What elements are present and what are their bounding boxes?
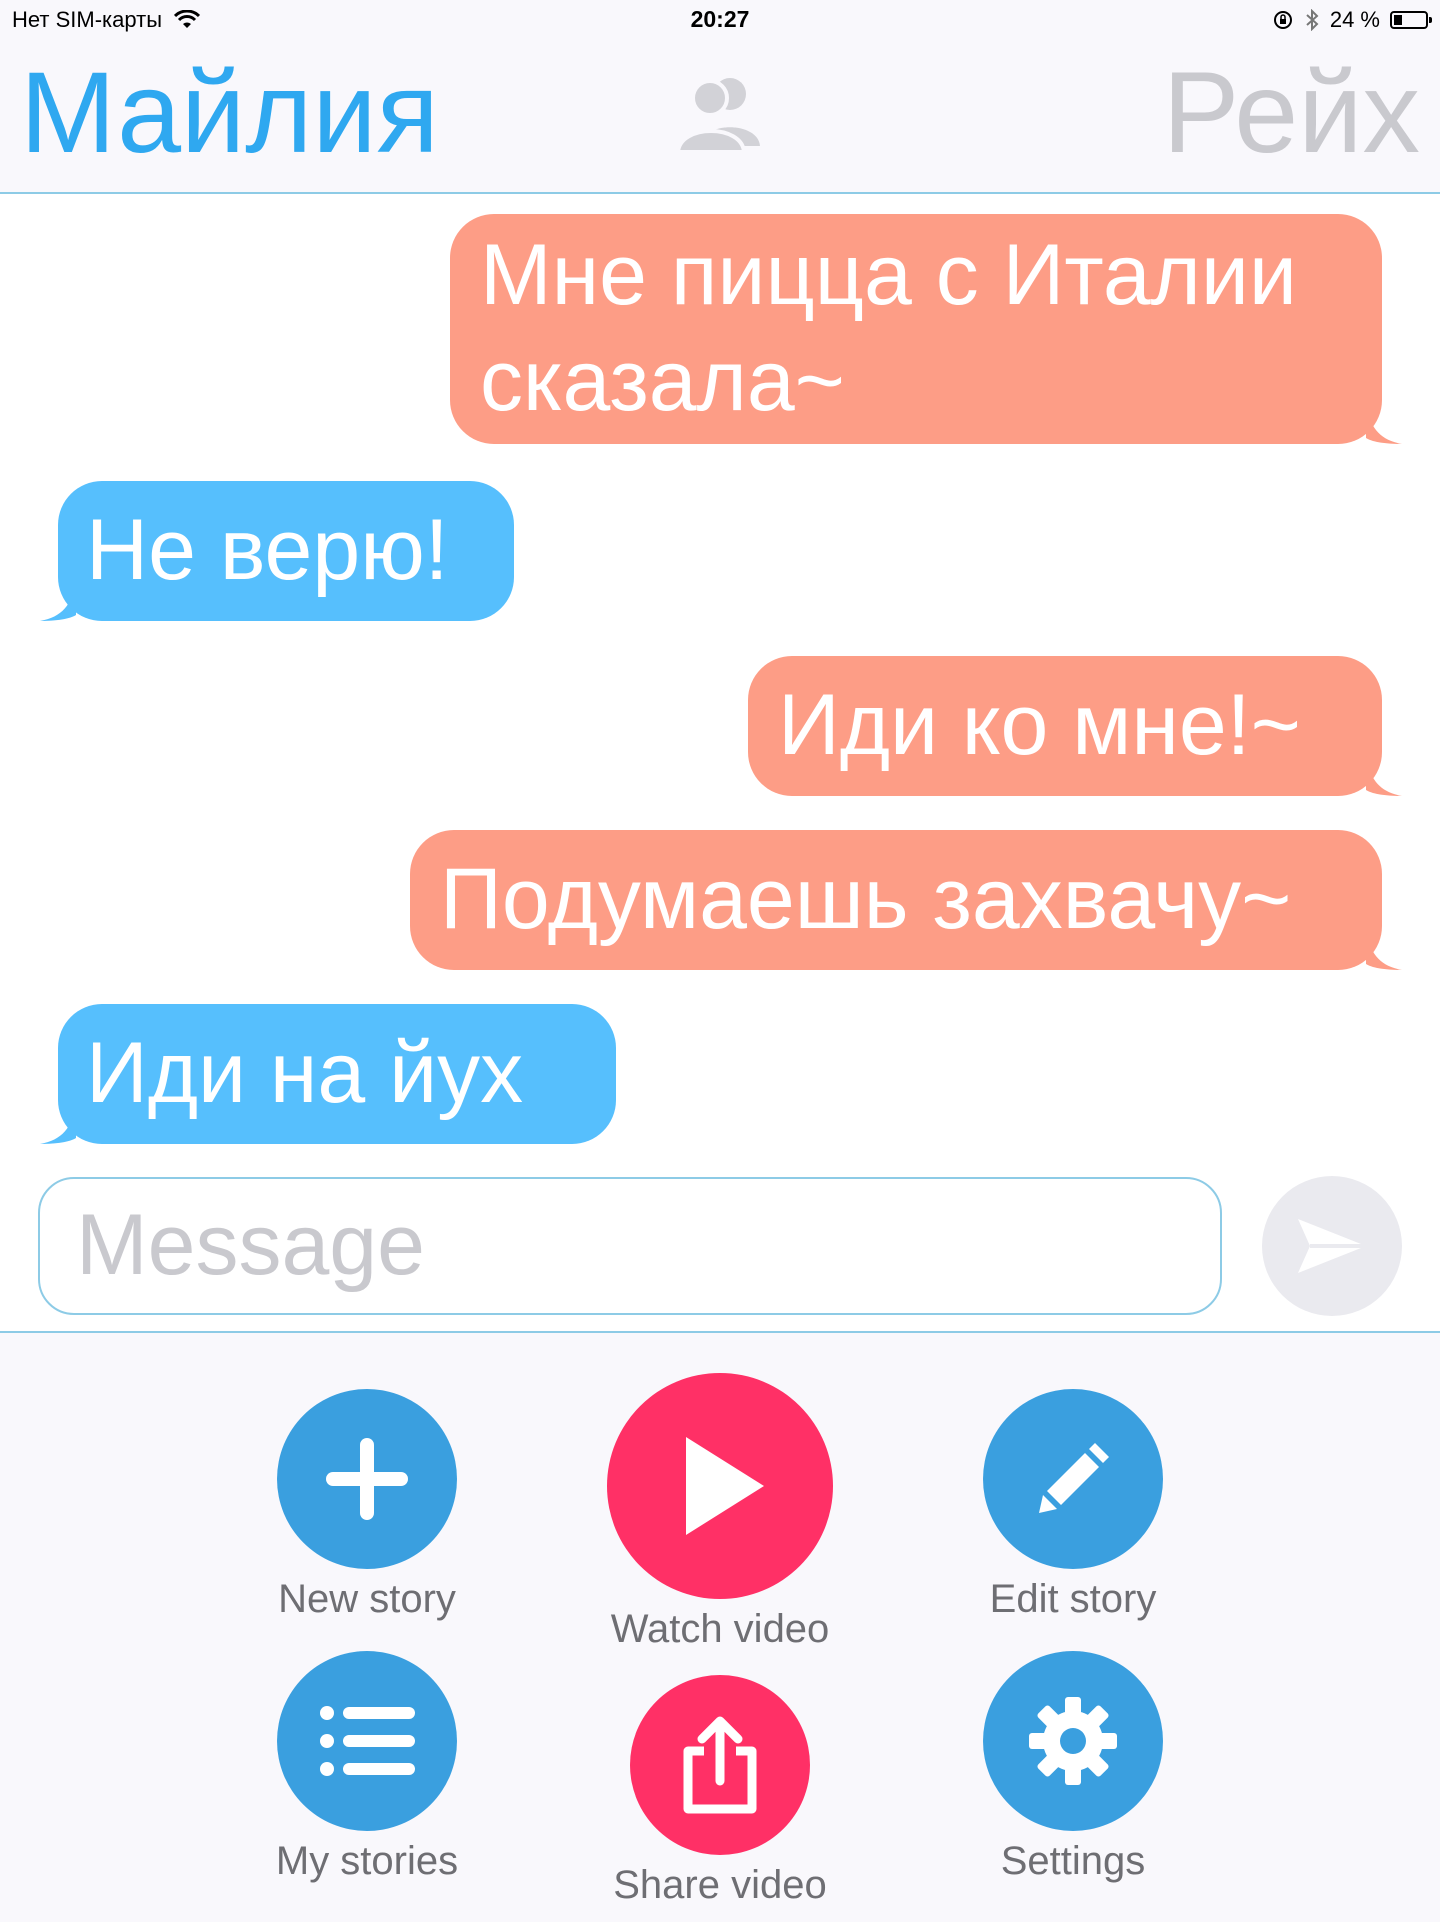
bubble-tail	[40, 1104, 76, 1144]
action-panel: New story Watch video Edit story My stor…	[0, 1331, 1440, 1922]
status-bar: Нет SIM-карты 20:27 24 %	[0, 0, 1440, 40]
bluetooth-icon	[1306, 9, 1319, 31]
message-text: Иди на йух	[86, 1025, 524, 1121]
chat-header: Майлия Рейх	[0, 40, 1440, 194]
settings-label: Settings	[1000, 1839, 1146, 1883]
share-icon	[683, 1716, 757, 1814]
watch-video-button[interactable]: Watch video	[570, 1373, 870, 1652]
my-stories-button[interactable]: My stories	[217, 1651, 517, 1884]
message-bubble-outgoing[interactable]: Подумаешь захвачу~	[410, 830, 1382, 970]
watch-video-circle	[607, 1373, 833, 1599]
battery-percent: 24 %	[1329, 7, 1380, 32]
gear-icon	[1029, 1697, 1117, 1785]
my-stories-label: My stories	[275, 1839, 459, 1883]
bubble-tail	[1366, 756, 1402, 796]
settings-circle	[983, 1651, 1163, 1831]
left-character-name[interactable]: Майлия	[20, 50, 439, 177]
bubble-tail	[1366, 930, 1402, 970]
share-video-label: Share video	[613, 1863, 827, 1907]
message-composer	[38, 1177, 1222, 1315]
message-text: Мне пицца с Италии	[480, 227, 1297, 323]
message-text: сказала~	[480, 333, 845, 429]
watch-video-label: Watch video	[610, 1607, 830, 1651]
message-text: Не верю!	[86, 502, 449, 598]
orientation-lock-icon	[1273, 11, 1292, 29]
edit-story-label: Edit story	[989, 1577, 1157, 1621]
message-bubble-incoming[interactable]: Не верю!	[58, 481, 514, 621]
bubble-tail	[40, 581, 76, 621]
new-story-circle	[277, 1389, 457, 1569]
right-character-name[interactable]: Рейх	[1163, 50, 1420, 177]
status-time: 20:27	[690, 6, 750, 32]
new-story-button[interactable]: New story	[217, 1389, 517, 1622]
share-video-circle	[630, 1675, 810, 1855]
list-icon	[320, 1706, 415, 1776]
contacts-icon[interactable]	[670, 66, 770, 156]
new-story-label: New story	[278, 1577, 456, 1621]
chat-area: Мне пицца с Италии сказала~ Не верю! Иди…	[0, 194, 1440, 1329]
battery-icon	[1390, 11, 1432, 29]
settings-button[interactable]: Settings	[923, 1651, 1223, 1884]
message-input[interactable]	[74, 1189, 1178, 1301]
edit-story-button[interactable]: Edit story	[923, 1389, 1223, 1622]
message-bubble-outgoing[interactable]: Мне пицца с Италии сказала~	[450, 214, 1382, 444]
edit-story-circle	[983, 1389, 1163, 1569]
share-video-button[interactable]: Share video	[570, 1675, 870, 1908]
play-icon	[686, 1437, 764, 1535]
message-bubble-incoming[interactable]: Иди на йух	[58, 1004, 616, 1144]
message-text: Подумаешь захвачу~	[440, 851, 1292, 947]
message-text: Иди ко мне!~	[778, 677, 1301, 773]
bubble-tail	[1366, 404, 1402, 444]
send-icon	[1298, 1219, 1366, 1273]
send-button[interactable]	[1262, 1176, 1402, 1316]
my-stories-circle	[277, 1651, 457, 1831]
pencil-icon	[1039, 1443, 1109, 1513]
plus-icon	[326, 1438, 408, 1520]
message-bubble-outgoing[interactable]: Иди ко мне!~	[748, 656, 1382, 796]
